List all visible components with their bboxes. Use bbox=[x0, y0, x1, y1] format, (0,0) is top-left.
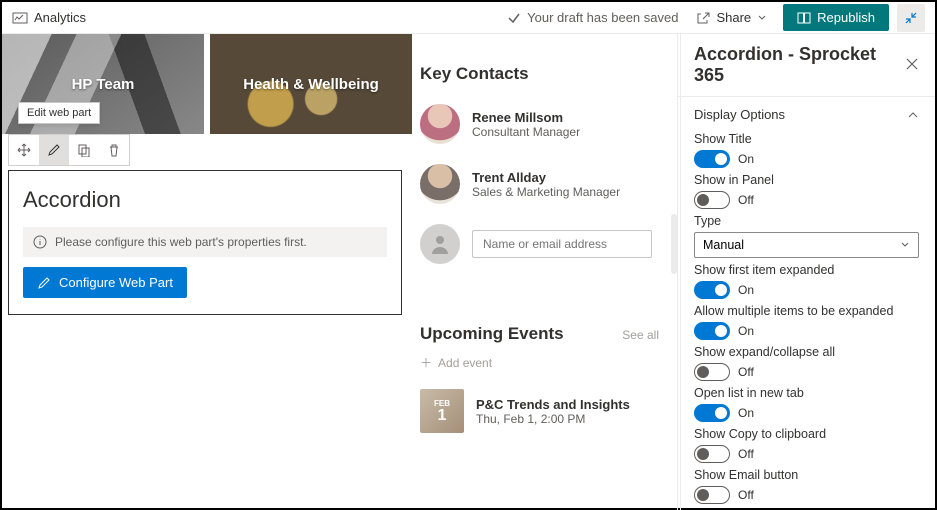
column-divider bbox=[680, 34, 681, 510]
option-label: Show Email button bbox=[694, 468, 919, 482]
pencil-icon bbox=[47, 143, 61, 157]
tooltip-edit-web-part: Edit web part bbox=[18, 102, 100, 124]
person-icon bbox=[428, 232, 452, 256]
event-title: P&C Trends and Insights bbox=[476, 397, 630, 412]
toggle-state: On bbox=[738, 324, 754, 338]
property-panel: Accordion - Sprocket 365 Display Options… bbox=[677, 34, 935, 510]
toggle-allow-multiple-items-to-be-expanded[interactable] bbox=[694, 322, 730, 340]
section-label: Display Options bbox=[694, 107, 785, 122]
type-value: Manual bbox=[703, 238, 744, 252]
event-row[interactable]: FEB 1 P&C Trends and Insights Thu, Feb 1… bbox=[420, 389, 659, 433]
toggle-state: Off bbox=[738, 365, 754, 379]
republish-label: Republish bbox=[817, 10, 875, 25]
event-when: Thu, Feb 1, 2:00 PM bbox=[476, 412, 630, 426]
republish-button[interactable]: Republish bbox=[783, 4, 889, 31]
pencil-icon bbox=[37, 276, 51, 290]
info-icon bbox=[33, 235, 47, 249]
webpart-title: Accordion bbox=[23, 187, 387, 213]
analytics-icon bbox=[12, 10, 28, 26]
share-button[interactable]: Share bbox=[696, 10, 767, 25]
configure-webpart-label: Configure Web Part bbox=[59, 275, 173, 290]
option-label: Show in Panel bbox=[694, 173, 919, 187]
move-webpart-button[interactable] bbox=[9, 135, 39, 165]
plus-icon: ＋ bbox=[420, 354, 432, 371]
tile-hw-label: Health & Wellbeing bbox=[243, 76, 379, 93]
collapse-panel-button[interactable] bbox=[897, 4, 925, 32]
contact-row[interactable]: Renee Millsom Consultant Manager bbox=[420, 104, 659, 144]
save-status-text: Your draft has been saved bbox=[527, 10, 678, 25]
option-label: Show expand/collapse all bbox=[694, 345, 919, 359]
avatar-placeholder bbox=[420, 224, 460, 264]
trash-icon bbox=[107, 143, 121, 157]
tile-health-wellbeing[interactable]: Health & Wellbeing bbox=[210, 34, 412, 134]
webpart-toolbar bbox=[8, 134, 130, 166]
option-label: Show first item expanded bbox=[694, 263, 919, 277]
chevron-up-icon bbox=[907, 109, 919, 121]
copy-icon bbox=[77, 143, 91, 157]
toggle-state: Off bbox=[738, 193, 754, 207]
event-day: 1 bbox=[438, 408, 447, 424]
upcoming-events-heading: Upcoming Events bbox=[420, 324, 564, 344]
section-display-options[interactable]: Display Options bbox=[678, 97, 935, 132]
toggle-open-list-in-new-tab[interactable] bbox=[694, 404, 730, 422]
column-resize-handle[interactable] bbox=[671, 214, 677, 274]
toggle-show-email-button[interactable] bbox=[694, 486, 730, 504]
toggle-show-title[interactable] bbox=[694, 150, 730, 168]
toggle-state: On bbox=[738, 152, 754, 166]
option-label: Show Copy to clipboard bbox=[694, 427, 919, 441]
command-bar: Analytics Your draft has been saved Shar… bbox=[2, 2, 935, 34]
option-label: Show Title bbox=[694, 132, 919, 146]
add-event-button[interactable]: ＋ Add event bbox=[420, 354, 659, 371]
check-icon bbox=[507, 11, 521, 25]
edit-webpart-button[interactable] bbox=[39, 135, 69, 165]
key-contacts-heading: Key Contacts bbox=[420, 64, 659, 84]
toggle-state: On bbox=[738, 406, 754, 420]
close-icon bbox=[905, 57, 919, 71]
contact-name: Trent Allday bbox=[472, 170, 620, 185]
avatar bbox=[420, 104, 460, 144]
contact-role: Sales & Marketing Manager bbox=[472, 185, 620, 199]
contact-name: Renee Millsom bbox=[472, 110, 580, 125]
type-select[interactable]: Manual bbox=[694, 232, 919, 258]
toggle-show-in-panel[interactable] bbox=[694, 191, 730, 209]
contact-search-input[interactable] bbox=[472, 230, 652, 258]
contact-add-row bbox=[420, 224, 659, 264]
see-all-link[interactable]: See all bbox=[622, 328, 659, 342]
collapse-icon bbox=[904, 11, 918, 25]
avatar bbox=[420, 164, 460, 204]
duplicate-webpart-button[interactable] bbox=[69, 135, 99, 165]
panel-title: Accordion - Sprocket 365 bbox=[694, 44, 905, 86]
close-panel-button[interactable] bbox=[905, 57, 919, 74]
chevron-down-icon bbox=[900, 240, 910, 250]
move-icon bbox=[17, 143, 31, 157]
canvas-column-left: HP Team Health & Wellbeing Edit web part… bbox=[2, 34, 412, 510]
save-status: Your draft has been saved bbox=[507, 10, 678, 25]
app-title: Analytics bbox=[34, 10, 86, 25]
config-message: Please configure this web part's propert… bbox=[23, 227, 387, 257]
option-label: Allow multiple items to be expanded bbox=[694, 304, 919, 318]
type-label: Type bbox=[694, 214, 919, 228]
contact-row[interactable]: Trent Allday Sales & Marketing Manager bbox=[420, 164, 659, 204]
toggle-show-expand-collapse-all[interactable] bbox=[694, 363, 730, 381]
toggle-state: Off bbox=[738, 488, 754, 502]
share-icon bbox=[696, 11, 710, 25]
add-event-label: Add event bbox=[438, 356, 492, 370]
toggle-show-copy-to-clipboard[interactable] bbox=[694, 445, 730, 463]
share-label: Share bbox=[716, 10, 751, 25]
event-date-badge: FEB 1 bbox=[420, 389, 464, 433]
toggle-show-first-item-expanded[interactable] bbox=[694, 281, 730, 299]
delete-webpart-button[interactable] bbox=[99, 135, 129, 165]
config-message-text: Please configure this web part's propert… bbox=[55, 235, 307, 249]
toggle-state: On bbox=[738, 283, 754, 297]
option-label: Open list in new tab bbox=[694, 386, 919, 400]
canvas-column-middle: Key Contacts Renee Millsom Consultant Ma… bbox=[412, 34, 677, 510]
accordion-webpart[interactable]: Accordion Please configure this web part… bbox=[8, 170, 402, 315]
chevron-down-icon bbox=[757, 13, 767, 23]
tile-hp-label: HP Team bbox=[72, 76, 135, 93]
book-icon bbox=[797, 11, 811, 25]
toggle-state: Off bbox=[738, 447, 754, 461]
contact-role: Consultant Manager bbox=[472, 125, 580, 139]
configure-webpart-button[interactable]: Configure Web Part bbox=[23, 267, 187, 298]
